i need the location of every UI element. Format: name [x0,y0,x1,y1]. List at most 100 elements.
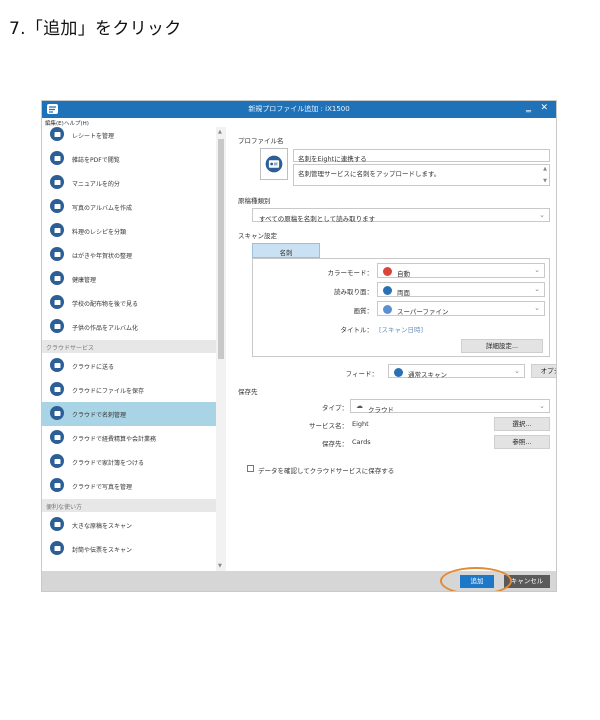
sidebar-item[interactable]: 写真のアルバムを作成 [42,195,216,219]
sidebar-item[interactable]: はがきや年賀状の整理 [42,243,216,267]
color-mode-label: カラーモード： [327,269,374,277]
desc-scroll-up-icon[interactable]: ▲ [543,166,547,172]
destination-value: Cards [352,438,371,446]
sidebar-item[interactable]: クラウドで写真を管理 [42,474,216,498]
sidebar-item-label: 雑誌をPDFで閲覧 [72,157,120,164]
sidebar-item[interactable]: 雑誌をPDFで閲覧 [42,147,216,171]
feed-dropdown[interactable]: 通常スキャン ⌄ [388,364,525,379]
sidebar-item-label: 封筒や伝票をスキャン [72,547,133,554]
tab-business-card[interactable]: 名刺 [252,243,320,258]
sidebar-item[interactable]: マニュアルを的分 [42,171,216,195]
title-bar: 新規プロファイル追加 : iX1500 ‗ ✕ [42,101,556,118]
options-button[interactable]: オプション... [531,364,556,378]
settings-panel: プロファイル名 名刺をEightに連携する 名刺管理サービスに名刺をアップロード… [228,127,556,571]
feed-label: フィード： [345,370,378,378]
sidebar-item-label: はがきや年賀状の整理 [72,253,133,260]
sidebar-item[interactable]: 健康管理 [42,267,216,291]
scan-settings-label: スキャン設定 [238,232,277,240]
quality-icon [383,305,392,314]
sidebar-item-label: レシートを管理 [72,133,115,140]
browse-button[interactable]: 参照... [494,435,550,449]
sidebar-section-handy: 便利な使い方 [42,499,216,512]
magazine-icon [50,151,64,165]
kids-art-icon [50,319,64,333]
destination-label: 保存先： [322,440,348,448]
window-title: 新規プロファイル追加 : iX1500 [248,105,350,113]
doc-type-dropdown[interactable]: すべての原稿を名刺として読み取ります ⌄ [252,208,550,223]
chevron-down-icon: ⌄ [514,367,520,375]
chevron-down-icon: ⌄ [539,402,545,410]
scroll-up-icon[interactable]: ▲ [218,129,222,135]
photo-album-icon [50,199,64,213]
menu-help[interactable]: ヘルプ(H) [64,119,89,127]
image-quality-dropdown[interactable]: スーパーファイン ⌄ [377,301,545,316]
sidebar-item-label: マニュアルを的分 [72,181,120,188]
confirm-checkbox-label: データを確認してクラウドサービスに保存する [258,467,395,475]
sidebar-item-label: クラウドに送る [72,364,115,371]
minimize-icon[interactable]: ‗ [526,102,531,113]
large-doc-icon [50,517,64,531]
profile-name-label: プロファイル名 [238,137,284,145]
sidebar-item[interactable]: レシートを管理 [42,127,216,147]
profile-description-input[interactable]: 名刺管理サービスに名刺をアップロードします。 ▲ ▼ [293,164,550,186]
type-label: タイプ： [322,404,348,412]
menu-edit[interactable]: 編集(E) [45,119,64,127]
cloud-expense-icon [50,430,64,444]
sidebar-item[interactable]: 子供の作品をアルバム化 [42,315,216,339]
scan-settings-panel: カラーモード： 自動 ⌄ 読み取り面： 両面 ⌄ 画質： スーパーファイン ⌄ … [252,258,550,357]
cloud-save-icon [50,382,64,396]
menu-bar: 編集(E) ヘルプ(H) [42,118,556,127]
sidebar-item[interactable]: 学校の配布物を後で見る [42,291,216,315]
profile-window: 新規プロファイル追加 : iX1500 ‗ ✕ 編集(E) ヘルプ(H) レシー… [41,100,557,592]
sidebar-item-label: 健康管理 [72,277,97,284]
duplex-icon [383,286,392,295]
color-mode-dropdown[interactable]: 自動 ⌄ [377,263,545,278]
sidebar-item[interactable]: クラウドに送る [42,354,216,378]
sidebar-item-label: クラウドで名刺管理 [72,412,127,419]
save-to-label: 保存先 [238,388,258,396]
sidebar-item-label: 料理のレシピを分類 [72,229,127,236]
school-handout-icon [50,295,64,309]
confirm-checkbox[interactable] [247,465,254,472]
scan-side-label: 読み取り面： [334,288,373,296]
scrollbar-thumb[interactable] [218,139,224,359]
close-icon[interactable]: ✕ [540,103,548,113]
manual-icon [50,175,64,189]
sidebar-item-label: クラウドにファイルを保存 [72,388,145,395]
postcard-icon [50,247,64,261]
profile-icon-button[interactable] [260,148,288,180]
cloud-photo-icon [50,478,64,492]
sidebar-item-label: 大きな原稿をスキャン [72,523,133,530]
sidebar-item[interactable]: クラウドで経費精算や会計業務 [42,426,216,450]
sidebar-item[interactable]: 大きな原稿をスキャン [42,513,216,537]
cloud-household-icon [50,454,64,468]
cloud-send-icon [50,358,64,372]
recipe-icon [50,223,64,237]
type-dropdown[interactable]: ☁ クラウド ⌄ [350,399,550,414]
receipt-icon [50,127,64,141]
sidebar-item-label: クラウドで家計簿をつける [72,460,145,467]
sidebar: レシートを管理 雑誌をPDFで閲覧 マニュアルを的分写真のアルバムを作成料理のレシピ… [42,127,226,571]
chevron-down-icon: ⌄ [534,266,540,274]
sidebar-item[interactable]: 封筒や伝票をスキャン [42,537,216,561]
sidebar-item[interactable]: 料理のレシピを分類 [42,219,216,243]
chevron-down-icon: ⌄ [539,211,545,219]
scroll-down-icon[interactable]: ▼ [218,563,222,569]
instruction-caption: 7.「追加」をクリック [9,19,182,39]
sidebar-item[interactable]: クラウドにファイルを保存 [42,378,216,402]
select-button[interactable]: 選択... [494,417,550,431]
chevron-down-icon: ⌄ [534,304,540,312]
sidebar-item-label: 子供の作品をアルバム化 [72,325,138,332]
detail-settings-button[interactable]: 詳細設定... [461,339,543,353]
desc-scroll-down-icon[interactable]: ▼ [543,178,547,184]
title-value[interactable]: [スキャン日時] [379,324,423,334]
sidebar-item[interactable]: クラウドで家計簿をつける [42,450,216,474]
sidebar-item-label: 学校の配布物を後で見る [72,301,139,308]
profile-name-input[interactable]: 名刺をEightに連携する [293,149,550,163]
sidebar-item[interactable]: クラウドで名刺管理 [42,402,216,426]
image-quality-label: 画質： [353,307,374,315]
service-name-label: サービス名： [309,422,348,430]
sidebar-scrollbar[interactable]: ▲ ▼ [216,127,226,571]
scan-side-dropdown[interactable]: 両面 ⌄ [377,282,545,297]
service-name-value: Eight [352,420,369,428]
